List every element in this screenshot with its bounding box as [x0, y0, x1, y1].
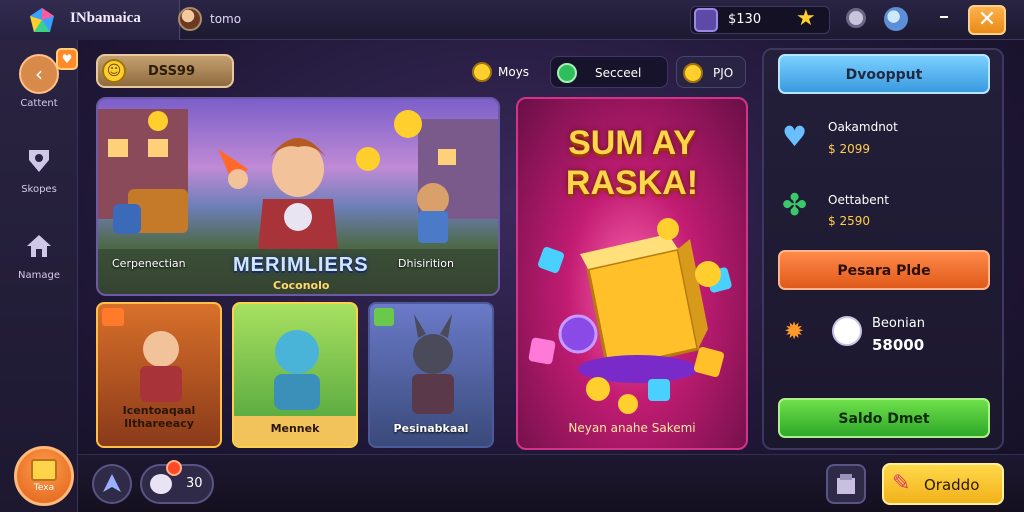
location-pin-icon[interactable]	[846, 8, 866, 28]
shield-icon	[19, 140, 59, 180]
minimize-icon[interactable]	[940, 16, 948, 18]
avatar	[832, 316, 862, 346]
currency-pill[interactable]: ☺ DSS99	[96, 54, 234, 88]
promo-banner[interactable]: SUM AY RASKA! Neyan anahe Sakemi	[516, 97, 748, 450]
primary-action-button[interactable]: ✎ Oraddo	[882, 463, 1004, 505]
notification-badge-icon: ♥	[56, 48, 78, 70]
back-arrow-icon: ‹	[19, 54, 59, 94]
featured-banner[interactable]: Cerpenectian Dhisirition MERIMLIERS Coco…	[96, 97, 500, 296]
card-label: Icentoaqaal Ilthareeacy	[122, 404, 196, 430]
character-card-3[interactable]: Pesinabkaal	[368, 302, 494, 448]
character-card-1[interactable]: Icentoaqaal Ilthareeacy	[96, 302, 222, 448]
chat-bubble-icon	[150, 474, 172, 494]
clover-icon: ✤	[782, 188, 808, 223]
chip-label: Moys	[498, 65, 530, 79]
close-button[interactable]: ✕	[968, 5, 1006, 35]
smiley-coin-icon: ☺	[102, 59, 126, 83]
shop-button[interactable]: Texa	[14, 446, 74, 506]
sidebar-item-skopes[interactable]: Skopes	[8, 140, 70, 195]
treasure-box-icon	[528, 218, 732, 414]
item-title: Oakamdnot	[828, 120, 898, 134]
middle-action-button[interactable]: Pesara Plde	[778, 250, 990, 290]
chat-button[interactable]: 30	[140, 460, 214, 504]
item-price: $ 2590	[828, 214, 870, 228]
banner-left-label: Cerpenectian	[112, 257, 186, 270]
sidebar-item-namage[interactable]: Namage	[8, 226, 70, 281]
banner-title: MERIMLIERS	[233, 254, 369, 276]
notification-badge-icon	[166, 460, 182, 476]
promo-footer: Neyan anahe Sakemi	[568, 421, 696, 435]
right-panel: Dvoopput ♥ Oakamdnot $ 2099 ✤ Oettabent …	[762, 48, 1004, 450]
banner-right-label: Dhisirition	[398, 257, 454, 270]
chip-secceel[interactable]: Secceel	[550, 56, 668, 88]
chip-pjo[interactable]: PJO	[676, 56, 746, 88]
top-action-button[interactable]: Dvoopput	[778, 54, 990, 94]
item-price: $ 2099	[828, 142, 870, 156]
inventory-icon[interactable]	[826, 464, 866, 504]
user-avatar[interactable]	[178, 7, 202, 31]
coins-value: $130	[728, 12, 762, 27]
balance-value: 58000	[872, 336, 925, 354]
character-card-2[interactable]: Mennek	[232, 302, 358, 448]
treasure-box-icon	[31, 459, 57, 481]
chip-moys[interactable]: Moys	[466, 56, 542, 88]
sidebar: ‹ ♥ Cattent Skopes Namage	[0, 40, 78, 512]
balance-title: Beonian	[872, 316, 925, 331]
bottom-action-button[interactable]: Saldo Dmet	[778, 398, 990, 438]
green-gem-icon	[557, 63, 577, 83]
card-label: Mennek	[270, 422, 320, 435]
sidebar-item-label: Skopes	[21, 184, 57, 195]
sword-icon: ✎	[892, 471, 911, 496]
house-icon	[19, 226, 59, 266]
app-logo-icon	[30, 8, 54, 32]
star-icon[interactable]: ★	[796, 7, 816, 31]
item-title: Oettabent	[828, 193, 889, 207]
currency-pill-label: DSS99	[148, 64, 196, 79]
shop-label: Texa	[33, 483, 55, 493]
wallet-icon[interactable]	[694, 8, 718, 32]
navigation-icon[interactable]	[92, 464, 132, 504]
chat-count: 30	[186, 476, 203, 491]
chip-label: PJO	[713, 66, 734, 80]
sidebar-item-label: Cattent	[20, 98, 58, 109]
sidebar-item-back[interactable]: ‹ ♥ Cattent	[8, 48, 78, 109]
top-bar: INbamaica tomo $130 ★ ✕	[0, 0, 1024, 40]
user-name: tomo	[210, 12, 242, 26]
banner-subtitle: Coconolo	[273, 279, 330, 292]
chip-label: Secceel	[595, 66, 642, 80]
primary-action-label: Oraddo	[924, 476, 980, 494]
star-icon	[683, 63, 703, 83]
sidebar-item-label: Namage	[18, 270, 60, 281]
app-title: INbamaica	[70, 10, 141, 26]
card-label: Pesinabkaal	[393, 422, 469, 435]
globe-icon[interactable]	[884, 7, 908, 31]
heart-icon: ♥	[782, 120, 808, 153]
gold-coin-icon	[472, 62, 492, 82]
gear-icon: ✹	[784, 317, 805, 345]
